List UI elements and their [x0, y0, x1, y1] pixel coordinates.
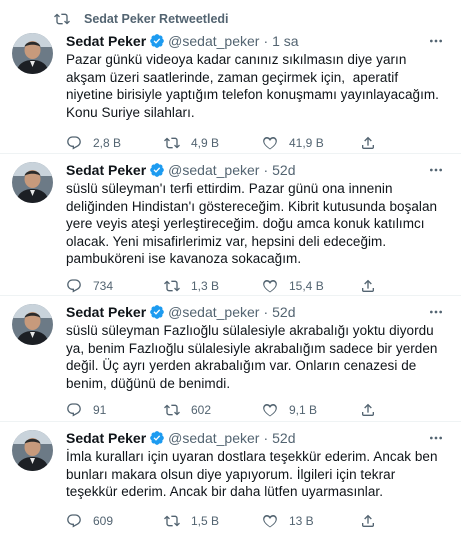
author-handle[interactable]: @sedat_peker: [168, 430, 259, 446]
tweet-time[interactable]: 1 sa: [272, 33, 298, 49]
verified-badge-icon: [149, 304, 165, 320]
verified-badge-icon: [149, 33, 165, 49]
reply-count: 609: [93, 513, 114, 528]
retweet-button[interactable]: 602: [164, 402, 262, 418]
reply-icon: [67, 136, 81, 150]
share-icon: [362, 279, 374, 292]
reply-button[interactable]: 91: [66, 402, 164, 418]
reply-button[interactable]: 734: [66, 278, 164, 294]
more-options-icon[interactable]: [427, 161, 445, 179]
like-icon: [263, 136, 277, 150]
avatar[interactable]: [12, 304, 53, 345]
author-name[interactable]: Sedat Peker: [66, 430, 146, 446]
like-count: 13 B: [289, 513, 314, 528]
share-button[interactable]: [360, 278, 387, 294]
retweet-button[interactable]: 4,9 B: [164, 135, 262, 151]
tweet[interactable]: Sedat Peker @sedat_peker · 52d İmla kura…: [0, 422, 461, 538]
verified-badge-icon: [149, 162, 165, 178]
reply-icon: [67, 403, 81, 417]
author-handle[interactable]: @sedat_peker: [168, 33, 259, 49]
author-name[interactable]: Sedat Peker: [66, 162, 146, 178]
avatar[interactable]: [12, 33, 53, 74]
separator-dot: ·: [263, 430, 269, 446]
avatar[interactable]: [12, 162, 53, 203]
like-count: 15,4 B: [289, 278, 324, 293]
like-icon: [263, 279, 277, 292]
retweet-icon: [54, 11, 70, 27]
timeline: Sedat Peker Retweetledi Sedat Peker @sed…: [0, 0, 461, 538]
tweet[interactable]: Sedat Peker Retweetledi Sedat Peker @sed…: [0, 0, 461, 154]
more-options-icon[interactable]: [427, 429, 445, 447]
author-name[interactable]: Sedat Peker: [66, 33, 146, 49]
separator-dot: ·: [263, 33, 269, 49]
more-options-icon[interactable]: [427, 32, 445, 50]
author-name[interactable]: Sedat Peker: [66, 304, 146, 320]
retweet-count: 1,3 B: [191, 278, 220, 293]
reply-button[interactable]: 2,8 B: [66, 135, 164, 151]
tweet-time[interactable]: 52d: [272, 430, 295, 446]
retweet-button[interactable]: 1,5 B: [164, 513, 262, 529]
like-count: 41,9 B: [289, 136, 324, 150]
reply-icon: [67, 513, 81, 527]
like-icon: [263, 403, 277, 417]
like-button[interactable]: 15,4 B: [262, 278, 360, 294]
retweet-icon: [164, 137, 180, 149]
reply-count: 2,8 B: [93, 136, 122, 150]
tweet-time[interactable]: 52d: [272, 304, 295, 320]
retweet-label: Sedat Peker Retweetledi: [84, 12, 229, 26]
retweet-indicator: Sedat Peker Retweetledi: [12, 0, 445, 29]
separator-dot: ·: [263, 162, 269, 178]
reply-count: 734: [93, 278, 114, 293]
like-button[interactable]: 41,9 B: [262, 135, 360, 151]
retweet-count: 602: [191, 403, 212, 417]
retweet-count: 1,5 B: [191, 513, 220, 528]
tweet-text: Pazar günkü videoya kadar canınız sıkılm…: [66, 52, 443, 120]
like-count: 9,1 B: [289, 403, 318, 417]
share-icon: [362, 136, 374, 149]
tweet-text: süslü süleyman Fazlıoğlu sülalesiyle akr…: [66, 323, 442, 391]
more-options-icon[interactable]: [427, 303, 445, 321]
tweet-text: süslü süleyman'ı terfi ettirdim. Pazar g…: [66, 181, 441, 266]
author-handle[interactable]: @sedat_peker: [168, 304, 259, 320]
share-icon: [362, 403, 374, 416]
author-handle[interactable]: @sedat_peker: [168, 162, 259, 178]
share-button[interactable]: [360, 402, 387, 418]
like-button[interactable]: 9,1 B: [262, 402, 360, 418]
share-button[interactable]: [360, 135, 387, 151]
reply-button[interactable]: 609: [66, 513, 164, 529]
share-button[interactable]: [360, 513, 387, 529]
like-icon: [263, 514, 277, 527]
retweet-button[interactable]: 1,3 B: [164, 278, 262, 294]
verified-badge-icon: [149, 430, 165, 446]
separator-dot: ·: [263, 304, 269, 320]
reply-icon: [67, 278, 81, 292]
reply-count: 91: [93, 403, 107, 417]
like-button[interactable]: 13 B: [262, 513, 360, 529]
retweet-count: 4,9 B: [191, 136, 220, 150]
retweet-icon: [164, 280, 180, 291]
retweet-icon: [164, 515, 180, 526]
tweet-text: İmla kuralları için uyaran dostlara teşe…: [66, 449, 442, 499]
share-icon: [362, 514, 374, 527]
tweet[interactable]: Sedat Peker @sedat_peker · 52d süslü sül…: [0, 154, 461, 296]
tweet[interactable]: Sedat Peker @sedat_peker · 52d süslü sül…: [0, 296, 461, 422]
retweet-icon: [164, 404, 180, 416]
avatar[interactable]: [12, 430, 53, 471]
tweet-time[interactable]: 52d: [272, 162, 295, 178]
